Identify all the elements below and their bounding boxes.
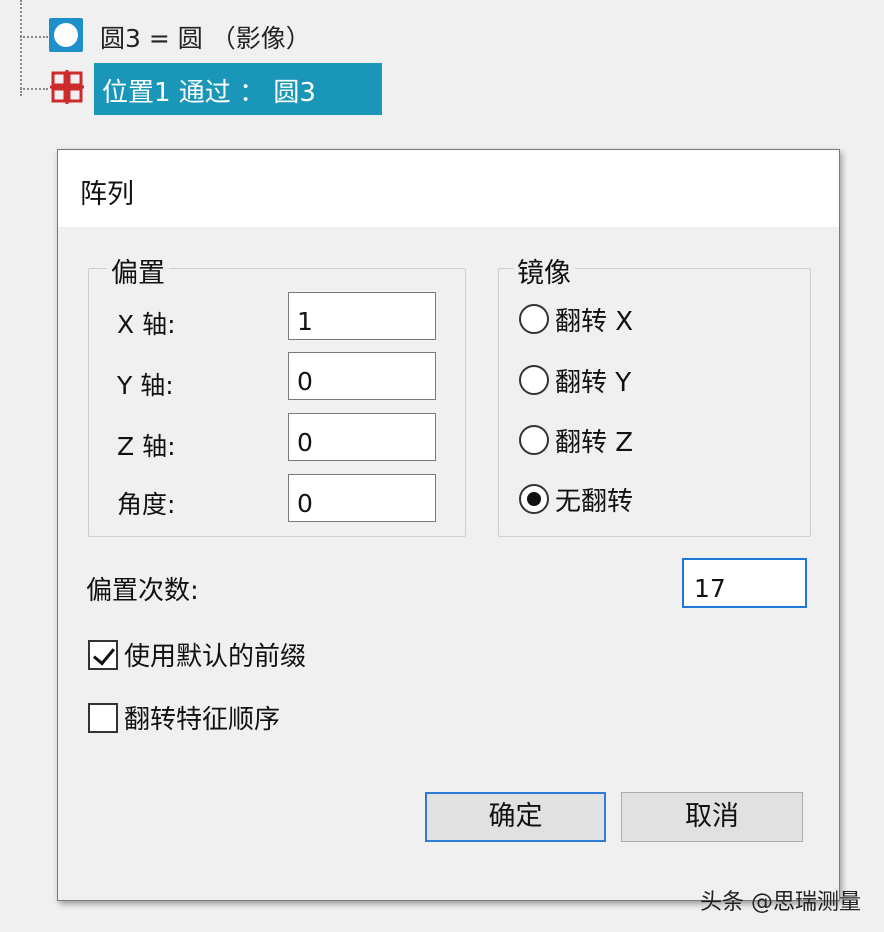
feature-tree: 圆3 = 圆 （影像） 位置1 通过 ： 圆3	[0, 0, 884, 130]
tree-item-circle[interactable]: 圆3 = 圆 （影像）	[100, 19, 311, 55]
radio-circle	[519, 365, 549, 395]
angle-input[interactable]	[288, 474, 436, 522]
offset-group-title: 偏置	[107, 251, 169, 290]
pattern-dialog: 阵列 偏置 X 轴: Y 轴: Z 轴: 角度: 镜像 翻转 X 翻转 Y 翻转…	[57, 149, 840, 901]
use-default-prefix-checkbox[interactable]: 使用默认的前缀	[88, 636, 306, 673]
watermark-text: 头条 @思瑞测量	[700, 890, 861, 915]
flip-y-radio[interactable]: 翻转 Y	[519, 362, 631, 398]
checkbox-label: 翻转特征顺序	[124, 705, 281, 735]
tree-connector	[20, 36, 48, 38]
circle-feature-icon	[49, 18, 83, 52]
y-axis-input[interactable]	[288, 352, 436, 400]
x-axis-input[interactable]	[288, 292, 436, 340]
radio-circle	[519, 425, 549, 455]
no-flip-radio[interactable]: 无翻转	[519, 481, 633, 517]
checkbox-label: 使用默认的前缀	[124, 642, 307, 672]
flip-x-radio[interactable]: 翻转 X	[519, 301, 633, 337]
tree-item-position-selected[interactable]: 位置1 通过 ： 圆3	[94, 63, 382, 115]
dialog-titlebar[interactable]: 阵列	[58, 150, 839, 227]
offset-count-input[interactable]	[682, 558, 807, 608]
y-axis-label: Y 轴:	[117, 371, 174, 400]
radio-circle	[519, 304, 549, 334]
dialog-title: 阵列	[80, 179, 134, 210]
radio-circle	[519, 484, 549, 514]
mirror-group-title: 镜像	[513, 251, 575, 290]
checkbox-box	[88, 639, 118, 670]
flip-z-radio[interactable]: 翻转 Z	[519, 422, 633, 458]
offset-group: 偏置 X 轴: Y 轴: Z 轴: 角度:	[88, 251, 466, 537]
radio-label: 翻转 X	[555, 306, 634, 337]
z-axis-label: Z 轴:	[117, 432, 176, 461]
mirror-group: 镜像 翻转 X 翻转 Y 翻转 Z 无翻转	[498, 251, 811, 537]
z-axis-input[interactable]	[288, 413, 436, 461]
angle-label: 角度:	[117, 490, 176, 519]
checkbox-box	[88, 702, 118, 733]
ok-button[interactable]: 确定	[425, 792, 606, 842]
radio-label: 翻转 Y	[555, 367, 632, 398]
tree-connector	[20, 88, 48, 90]
radio-label: 无翻转	[555, 486, 634, 517]
tree-item-label: 位置1 通过 ： 圆3	[102, 78, 316, 108]
radio-label: 翻转 Z	[555, 427, 634, 458]
cancel-button[interactable]: 取消	[621, 792, 803, 842]
pattern-feature-icon	[50, 70, 84, 104]
reverse-feature-order-checkbox[interactable]: 翻转特征顺序	[88, 699, 280, 736]
offset-count-label: 偏置次数:	[86, 576, 199, 606]
tree-connector	[20, 0, 22, 96]
x-axis-label: X 轴:	[117, 310, 176, 339]
